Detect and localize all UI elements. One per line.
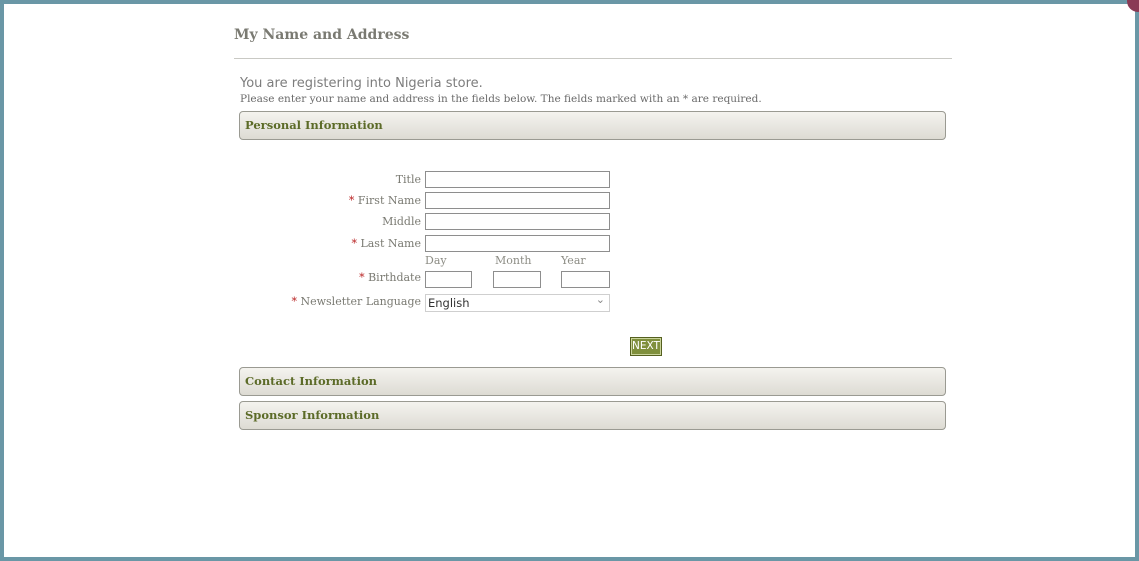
title-label: Title [395,173,421,186]
section-sponsor-information[interactable]: Sponsor Information [239,401,946,430]
page-title: My Name and Address [234,27,410,43]
required-marker: * [291,295,297,308]
middle-label: Middle [382,215,421,228]
required-marker: * [359,271,365,284]
section-sponsor-label: Sponsor Information [245,408,380,422]
birth-day-input[interactable] [425,271,472,288]
section-personal-label: Personal Information [245,118,383,132]
instructions-text: Please enter your name and address in th… [240,93,762,105]
next-button[interactable]: NEXT [630,337,662,356]
day-label: Day [425,254,447,267]
newsletter-language-select[interactable]: English ⌄ [425,293,610,312]
section-contact-label: Contact Information [245,374,378,388]
required-marker: * [348,194,355,207]
title-input[interactable] [425,171,610,188]
section-contact-information[interactable]: Contact Information [239,367,946,396]
newsletter-language-value: English [428,296,470,310]
required-marker: * [351,237,357,250]
first-name-label: * First Name [348,194,421,207]
year-label: Year [561,254,586,267]
store-notice: You are registering into Nigeria store. [240,76,483,91]
birth-month-input[interactable] [493,271,541,288]
birth-year-input[interactable] [561,271,610,288]
chevron-down-icon: ⌄ [595,293,605,306]
middle-input[interactable] [425,213,610,230]
section-personal-information[interactable]: Personal Information [239,111,946,140]
month-label: Month [495,254,532,267]
last-name-input[interactable] [425,235,610,252]
first-name-input[interactable] [425,192,610,209]
title-divider [234,58,952,59]
newsletter-language-label: * Newsletter Language [291,295,421,308]
birthdate-label: * Birthdate [359,271,421,284]
last-name-label: * Last Name [351,237,421,250]
